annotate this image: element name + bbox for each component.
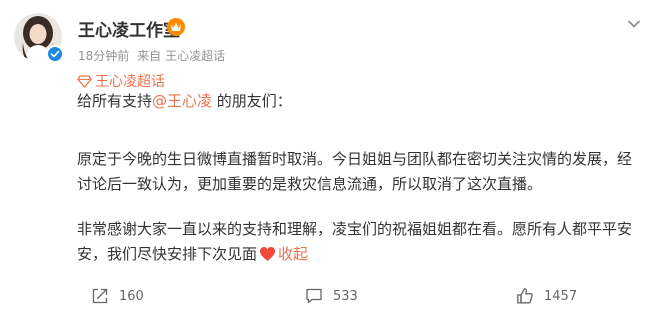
action-bar: 160 533 1457	[0, 287, 660, 311]
forward-button[interactable]: 160	[91, 287, 144, 305]
post-paragraph-1: 原定于今晚的生日微博直播暂时取消。今日姐姐与团队都在密切关注灾情的发展，经讨论后…	[77, 150, 633, 193]
greeting-before: 给所有支持	[77, 92, 153, 110]
forward-icon	[92, 288, 108, 304]
comment-icon	[306, 288, 322, 304]
paragraph-2-text: 非常感谢大家一直以来的支持和理解，凌宝们的祝福姐姐都在看。愿所有人都平平安安，我…	[77, 220, 633, 263]
more-icon[interactable]	[627, 14, 641, 28]
post-paragraph-2: 非常感谢大家一直以来的支持和理解，凌宝们的祝福姐姐都在看。愿所有人都平平安安，我…	[77, 217, 632, 267]
mention-link[interactable]: @王心凌	[152, 92, 212, 110]
like-button[interactable]: 1457	[516, 287, 577, 305]
super-topic-tag[interactable]: 王心凌超话	[77, 71, 165, 91]
super-topic-label[interactable]: 王心凌超话	[95, 71, 165, 91]
author-name[interactable]: 王心凌工作室	[78, 16, 180, 41]
heart-icon	[260, 247, 276, 261]
greeting-after: 的朋友们：	[212, 92, 292, 110]
post-time[interactable]: 18分钟前	[78, 49, 129, 63]
like-count: 1457	[544, 288, 578, 304]
post-greeting: 给所有支持@王心凌 的朋友们：	[77, 89, 292, 114]
avatar-container[interactable]	[14, 13, 64, 63]
comment-button[interactable]: 533	[305, 287, 358, 305]
forward-count: 160	[119, 288, 144, 304]
collapse-link[interactable]: 收起	[278, 245, 308, 263]
source-prefix: 来自	[137, 49, 162, 63]
like-icon	[517, 288, 533, 304]
verified-icon	[46, 45, 64, 63]
vip-badge-icon	[166, 17, 186, 37]
comment-count: 533	[333, 288, 358, 304]
post-meta: 18分钟前 来自 王心凌超话	[78, 47, 229, 64]
post-source[interactable]: 王心凌超话	[165, 49, 225, 63]
super-topic-icon	[77, 74, 92, 88]
